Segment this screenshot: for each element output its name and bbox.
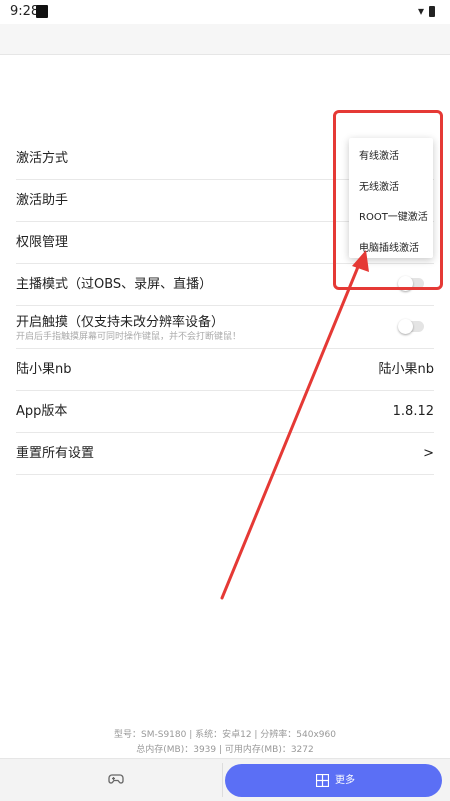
bottom-divider: [222, 763, 223, 797]
more-button[interactable]: 更多: [225, 764, 442, 797]
device-info-line1: 型号：SM-S9180 | 系统：安卓12 | 分辨率：540x960: [114, 730, 336, 740]
device-info-line2: 总内存(MB)：3939 | 可用内存(MB)：3272: [136, 745, 314, 755]
grid-icon: [316, 774, 329, 787]
more-label: 更多: [335, 775, 355, 786]
gamepad-button[interactable]: [0, 759, 222, 801]
bottom-bar: 更多: [0, 758, 450, 801]
annotation-arrow: [220, 250, 369, 600]
gamepad-icon: [108, 774, 124, 784]
device-info: 型号：SM-S9180 | 系统：安卓12 | 分辨率：540x960 总内存(…: [0, 728, 450, 758]
